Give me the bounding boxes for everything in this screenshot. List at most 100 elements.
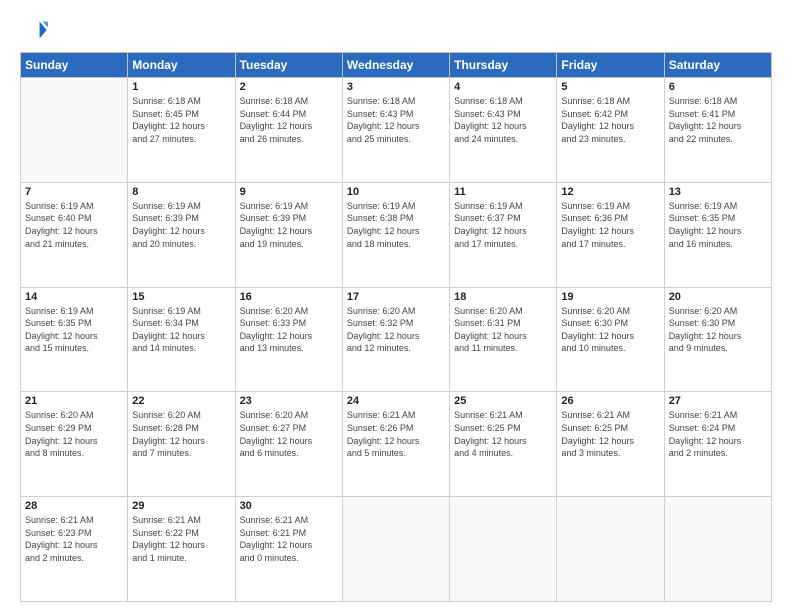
day-info: Sunrise: 6:19 AM Sunset: 6:34 PM Dayligh… [132, 305, 230, 355]
calendar-week-row: 7 Sunrise: 6:19 AM Sunset: 6:40 PM Daylig… [21, 182, 772, 287]
day-info: Sunrise: 6:18 AM Sunset: 6:45 PM Dayligh… [132, 95, 230, 145]
day-info: Sunrise: 6:18 AM Sunset: 6:44 PM Dayligh… [240, 95, 338, 145]
day-number: 9 [240, 186, 338, 198]
page: SundayMondayTuesdayWednesdayThursdayFrid… [0, 0, 792, 612]
day-number: 27 [669, 395, 767, 407]
calendar-cell [342, 497, 449, 602]
calendar-cell: 6 Sunrise: 6:18 AM Sunset: 6:41 PM Daylig… [664, 78, 771, 183]
day-info: Sunrise: 6:19 AM Sunset: 6:38 PM Dayligh… [347, 200, 445, 250]
calendar-week-row: 14Sunrise: 6:19 AM Sunset: 6:35 PM Dayli… [21, 287, 772, 392]
calendar-cell: 4 Sunrise: 6:18 AM Sunset: 6:43 PM Daylig… [450, 78, 557, 183]
calendar-cell: 2 Sunrise: 6:18 AM Sunset: 6:44 PM Daylig… [235, 78, 342, 183]
day-header-monday: Monday [128, 53, 235, 78]
day-info: Sunrise: 6:19 AM Sunset: 6:37 PM Dayligh… [454, 200, 552, 250]
calendar-cell [21, 78, 128, 183]
day-info: Sunrise: 6:19 AM Sunset: 6:39 PM Dayligh… [240, 200, 338, 250]
day-info: Sunrise: 6:21 AM Sunset: 6:21 PM Dayligh… [240, 514, 338, 564]
day-info: Sunrise: 6:19 AM Sunset: 6:35 PM Dayligh… [669, 200, 767, 250]
day-number: 11 [454, 186, 552, 198]
day-info: Sunrise: 6:19 AM Sunset: 6:39 PM Dayligh… [132, 200, 230, 250]
calendar-cell: 27 Sunrise: 6:21 AM Sunset: 6:24 PM Dayli… [664, 392, 771, 497]
day-number: 16 [240, 291, 338, 303]
calendar-cell [557, 497, 664, 602]
day-header-thursday: Thursday [450, 53, 557, 78]
day-info: Sunrise: 6:19 AM Sunset: 6:40 PM Dayligh… [25, 200, 123, 250]
calendar-cell: 5Sunrise: 6:18 AM Sunset: 6:42 PM Daylig… [557, 78, 664, 183]
calendar-cell: 13 Sunrise: 6:19 AM Sunset: 6:35 PM Dayli… [664, 182, 771, 287]
day-number: 29 [132, 500, 230, 512]
calendar-cell [664, 497, 771, 602]
calendar-cell: 15 Sunrise: 6:19 AM Sunset: 6:34 PM Dayli… [128, 287, 235, 392]
day-number: 13 [669, 186, 767, 198]
calendar-cell: 19 Sunrise: 6:20 AM Sunset: 6:30 PM Dayli… [557, 287, 664, 392]
calendar-cell: 7 Sunrise: 6:19 AM Sunset: 6:40 PM Daylig… [21, 182, 128, 287]
day-number: 18 [454, 291, 552, 303]
day-number: 28 [25, 500, 123, 512]
day-info: Sunrise: 6:20 AM Sunset: 6:31 PM Dayligh… [454, 305, 552, 355]
logo-icon [20, 16, 48, 44]
day-header-sunday: Sunday [21, 53, 128, 78]
day-info: Sunrise: 6:19 AM Sunset: 6:36 PM Dayligh… [561, 200, 659, 250]
day-number: 6 [669, 81, 767, 93]
calendar-cell: 18 Sunrise: 6:20 AM Sunset: 6:31 PM Dayli… [450, 287, 557, 392]
calendar-header-row: SundayMondayTuesdayWednesdayThursdayFrid… [21, 53, 772, 78]
calendar-cell: 17 Sunrise: 6:20 AM Sunset: 6:32 PM Dayli… [342, 287, 449, 392]
day-number: 25 [454, 395, 552, 407]
day-number: 3 [347, 81, 445, 93]
calendar-cell: 23 Sunrise: 6:20 AM Sunset: 6:27 PM Dayli… [235, 392, 342, 497]
day-info: Sunrise: 6:20 AM Sunset: 6:30 PM Dayligh… [561, 305, 659, 355]
day-info: Sunrise: 6:20 AM Sunset: 6:33 PM Dayligh… [240, 305, 338, 355]
calendar-cell: 30 Sunrise: 6:21 AM Sunset: 6:21 PM Dayli… [235, 497, 342, 602]
day-number: 22 [132, 395, 230, 407]
day-info: Sunrise: 6:21 AM Sunset: 6:23 PM Dayligh… [25, 514, 123, 564]
day-number: 19 [561, 291, 659, 303]
day-info: Sunrise: 6:21 AM Sunset: 6:25 PM Dayligh… [561, 409, 659, 459]
day-info: Sunrise: 6:18 AM Sunset: 6:41 PM Dayligh… [669, 95, 767, 145]
calendar-cell: 20 Sunrise: 6:20 AM Sunset: 6:30 PM Dayli… [664, 287, 771, 392]
day-number: 8 [132, 186, 230, 198]
calendar-cell: 16 Sunrise: 6:20 AM Sunset: 6:33 PM Dayli… [235, 287, 342, 392]
day-number: 21 [25, 395, 123, 407]
day-header-wednesday: Wednesday [342, 53, 449, 78]
day-number: 5 [561, 81, 659, 93]
day-number: 14 [25, 291, 123, 303]
day-number: 2 [240, 81, 338, 93]
calendar-cell: 26Sunrise: 6:21 AM Sunset: 6:25 PM Dayli… [557, 392, 664, 497]
day-number: 7 [25, 186, 123, 198]
day-header-tuesday: Tuesday [235, 53, 342, 78]
day-info: Sunrise: 6:21 AM Sunset: 6:22 PM Dayligh… [132, 514, 230, 564]
calendar-cell: 28 Sunrise: 6:21 AM Sunset: 6:23 PM Dayli… [21, 497, 128, 602]
day-number: 20 [669, 291, 767, 303]
day-number: 17 [347, 291, 445, 303]
calendar-week-row: 1 Sunrise: 6:18 AM Sunset: 6:45 PM Daylig… [21, 78, 772, 183]
day-info: Sunrise: 6:20 AM Sunset: 6:27 PM Dayligh… [240, 409, 338, 459]
day-info: Sunrise: 6:18 AM Sunset: 6:43 PM Dayligh… [454, 95, 552, 145]
calendar-cell: 10 Sunrise: 6:19 AM Sunset: 6:38 PM Dayli… [342, 182, 449, 287]
calendar-cell: 11 Sunrise: 6:19 AM Sunset: 6:37 PM Dayli… [450, 182, 557, 287]
day-info: Sunrise: 6:20 AM Sunset: 6:29 PM Dayligh… [25, 409, 123, 459]
calendar-week-row: 28 Sunrise: 6:21 AM Sunset: 6:23 PM Dayli… [21, 497, 772, 602]
day-number: 30 [240, 500, 338, 512]
calendar-cell: 9 Sunrise: 6:19 AM Sunset: 6:39 PM Daylig… [235, 182, 342, 287]
day-number: 24 [347, 395, 445, 407]
day-info: Sunrise: 6:21 AM Sunset: 6:24 PM Dayligh… [669, 409, 767, 459]
calendar-cell: 8 Sunrise: 6:19 AM Sunset: 6:39 PM Daylig… [128, 182, 235, 287]
day-number: 1 [132, 81, 230, 93]
calendar: SundayMondayTuesdayWednesdayThursdayFrid… [20, 52, 772, 602]
day-number: 10 [347, 186, 445, 198]
calendar-cell: 12Sunrise: 6:19 AM Sunset: 6:36 PM Dayli… [557, 182, 664, 287]
logo [20, 16, 52, 44]
calendar-cell: 14Sunrise: 6:19 AM Sunset: 6:35 PM Dayli… [21, 287, 128, 392]
day-info: Sunrise: 6:20 AM Sunset: 6:32 PM Dayligh… [347, 305, 445, 355]
calendar-cell [450, 497, 557, 602]
day-header-saturday: Saturday [664, 53, 771, 78]
calendar-cell: 1 Sunrise: 6:18 AM Sunset: 6:45 PM Daylig… [128, 78, 235, 183]
day-number: 23 [240, 395, 338, 407]
day-number: 4 [454, 81, 552, 93]
day-number: 15 [132, 291, 230, 303]
day-info: Sunrise: 6:18 AM Sunset: 6:43 PM Dayligh… [347, 95, 445, 145]
calendar-cell: 21 Sunrise: 6:20 AM Sunset: 6:29 PM Dayli… [21, 392, 128, 497]
day-info: Sunrise: 6:20 AM Sunset: 6:30 PM Dayligh… [669, 305, 767, 355]
calendar-cell: 22Sunrise: 6:20 AM Sunset: 6:28 PM Dayli… [128, 392, 235, 497]
day-header-friday: Friday [557, 53, 664, 78]
